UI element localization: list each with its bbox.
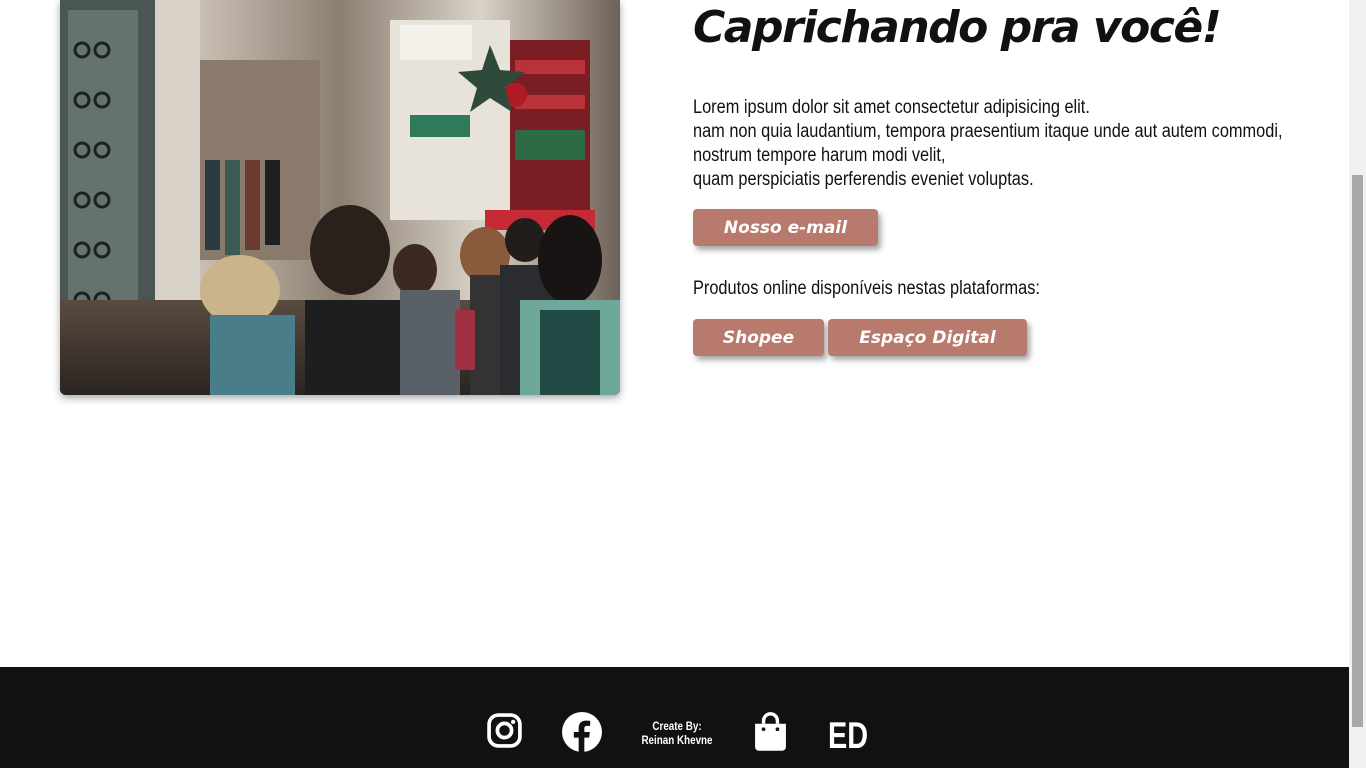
page-title: Caprichando pra você! — [693, 2, 1222, 53]
shopee-button[interactable]: Shopee — [693, 319, 824, 356]
facebook-icon[interactable] — [562, 712, 602, 752]
page: Caprichando pra você! Lorem ipsum dolor … — [0, 0, 1349, 768]
description-line: nostrum tempore harum modi velit, — [693, 145, 946, 166]
platforms-text: Produtos online disponíveis nestas plata… — [693, 278, 1040, 299]
description: Lorem ipsum dolor sit amet consectetur a… — [693, 96, 1283, 192]
description-line: Lorem ipsum dolor sit amet consectetur a… — [693, 97, 1090, 118]
footer: Create By: Reinan Khevne ED — [0, 667, 1349, 768]
email-button[interactable]: Nosso e-mail — [693, 209, 878, 246]
scrollbar[interactable] — [1349, 0, 1366, 768]
credit-label: Create By: — [652, 719, 702, 733]
credit: Create By: Reinan Khevne — [640, 719, 714, 747]
instagram-icon[interactable] — [486, 712, 523, 749]
espaco-digital-logo[interactable]: ED — [828, 716, 868, 756]
scrollbar-thumb[interactable] — [1352, 175, 1363, 727]
description-line: quam perspiciatis perferendis eveniet vo… — [693, 169, 1034, 190]
description-line: nam non quia laudantium, tempora praesen… — [693, 121, 1283, 142]
hero-photo — [60, 0, 620, 395]
credit-author: Reinan Khevne — [641, 733, 713, 747]
espaco-digital-button[interactable]: Espaço Digital — [828, 319, 1027, 356]
shopping-bag-icon[interactable] — [752, 711, 789, 752]
